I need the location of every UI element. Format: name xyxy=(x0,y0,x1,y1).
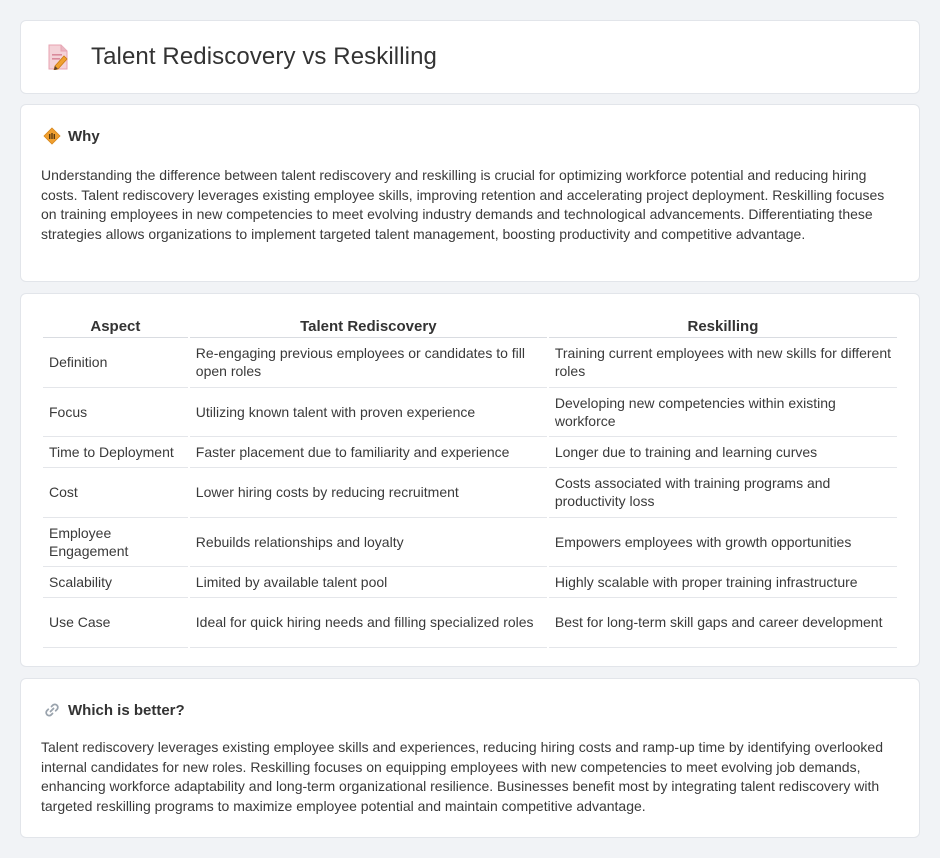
table-cell-aspect: Time to Deployment xyxy=(43,437,188,468)
table-row: Time to Deployment Faster placement due … xyxy=(43,437,897,468)
table-cell-reskilling: Costs associated with training programs … xyxy=(548,468,897,518)
better-text: Talent rediscovery leverages existing em… xyxy=(41,739,883,814)
better-heading: Which is better? xyxy=(68,701,185,719)
table-row: Use Case Ideal for quick hiring needs an… xyxy=(43,598,897,648)
why-heading-row: Why xyxy=(43,127,100,145)
table-cell-reskilling: Developing new competencies within exist… xyxy=(548,388,897,437)
table-cell-reskilling: Highly scalable with proper training inf… xyxy=(548,567,897,598)
better-heading-row: Which is better? xyxy=(43,701,185,719)
table-cell-aspect: Use Case xyxy=(43,598,188,648)
table-cell-talent-rediscovery: Lower hiring costs by reducing recruitme… xyxy=(189,468,547,518)
table-cell-aspect: Cost xyxy=(43,468,188,518)
table-cell-talent-rediscovery: Rebuilds relationships and loyalty xyxy=(189,518,547,567)
table-cell-reskilling: Best for long-term skill gaps and career… xyxy=(548,598,897,648)
page-title: Talent Rediscovery vs Reskilling xyxy=(91,43,437,70)
comparison-card: Aspect Talent Rediscovery Reskilling Def… xyxy=(20,293,920,667)
table-row: Cost Lower hiring costs by reducing recr… xyxy=(43,468,897,518)
column-header-reskilling: Reskilling xyxy=(548,316,897,338)
why-card: Why Understanding the difference between… xyxy=(20,104,920,282)
title-card: Talent Rediscovery vs Reskilling xyxy=(20,20,920,94)
table-cell-aspect: Employee Engagement xyxy=(43,518,188,567)
title-row: Talent Rediscovery vs Reskilling xyxy=(47,43,437,71)
table-cell-talent-rediscovery: Re-engaging previous employees or candid… xyxy=(189,338,547,388)
table-cell-talent-rediscovery: Ideal for quick hiring needs and filling… xyxy=(189,598,547,648)
table-row: Focus Utilizing known talent with proven… xyxy=(43,388,897,437)
column-header-talent-rediscovery: Talent Rediscovery xyxy=(189,316,547,338)
table-cell-aspect: Scalability xyxy=(43,567,188,598)
which-is-better-card: Which is better? Talent rediscovery leve… xyxy=(20,678,920,838)
comparison-table: Aspect Talent Rediscovery Reskilling Def… xyxy=(41,316,899,648)
table-cell-reskilling: Empowers employees with growth opportuni… xyxy=(548,518,897,567)
table-cell-reskilling: Training current employees with new skil… xyxy=(548,338,897,388)
why-heading: Why xyxy=(68,127,100,145)
document-pencil-icon xyxy=(48,44,68,70)
table-cell-talent-rediscovery: Faster placement due to familiarity and … xyxy=(189,437,547,468)
table-row: Employee Engagement Rebuilds relationshi… xyxy=(43,518,897,567)
table-cell-aspect: Definition xyxy=(43,338,188,388)
why-text: Understanding the difference between tal… xyxy=(41,167,885,242)
table-row: Definition Re-engaging previous employee… xyxy=(43,338,897,388)
table-cell-aspect: Focus xyxy=(43,388,188,437)
diamond-sign-icon xyxy=(43,127,61,145)
table-cell-talent-rediscovery: Utilizing known talent with proven exper… xyxy=(189,388,547,437)
table-cell-talent-rediscovery: Limited by available talent pool xyxy=(189,567,547,598)
link-icon xyxy=(45,703,59,717)
table-row: Scalability Limited by available talent … xyxy=(43,567,897,598)
column-header-aspect: Aspect xyxy=(43,316,188,338)
table-cell-reskilling: Longer due to training and learning curv… xyxy=(548,437,897,468)
table-header-row: Aspect Talent Rediscovery Reskilling xyxy=(43,316,897,338)
